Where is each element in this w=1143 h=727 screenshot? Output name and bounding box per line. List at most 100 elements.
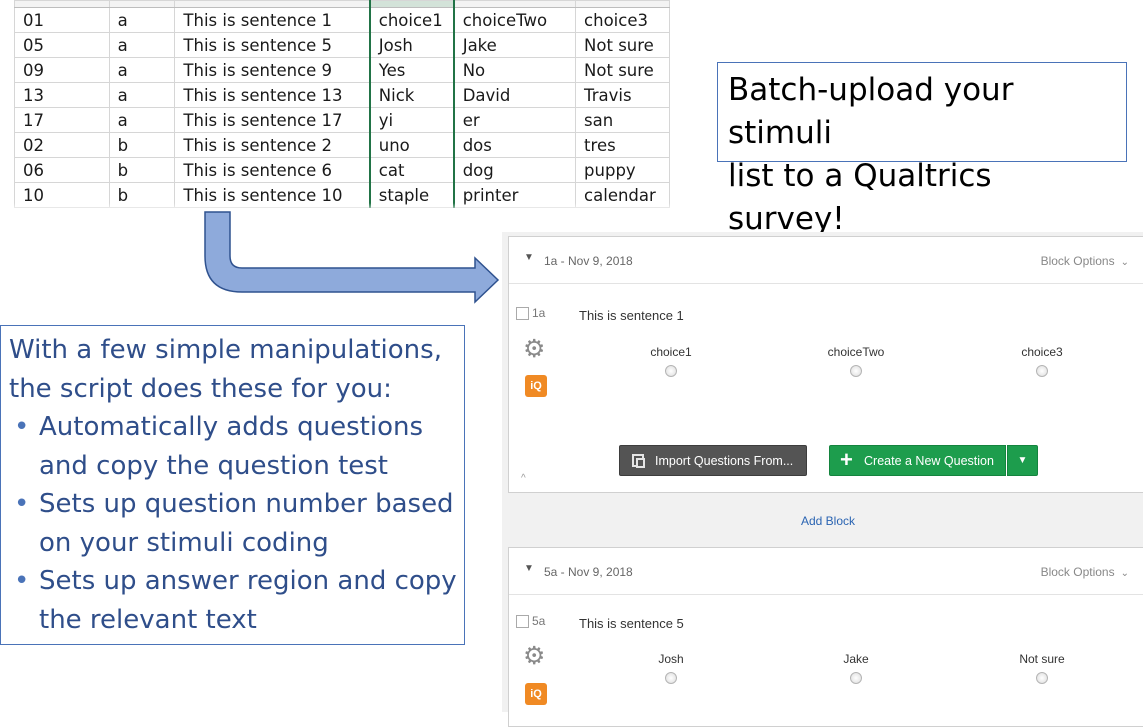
arrow-shape <box>204 211 500 304</box>
block-title[interactable]: 5a - Nov 9, 2018 <box>544 565 633 579</box>
cell[interactable]: This is sentence 13 <box>174 82 371 108</box>
choice-radio[interactable] <box>850 672 862 684</box>
iq-icon[interactable]: iQ <box>525 375 547 397</box>
block-options-menu[interactable]: Block Options ⌄ <box>1041 254 1129 268</box>
plus-icon: + <box>840 447 853 472</box>
cell[interactable]: No <box>453 57 577 83</box>
copy-icon <box>632 454 645 468</box>
cell[interactable]: This is sentence 6 <box>174 157 371 183</box>
feature-item: Automatically adds questions and copy th… <box>9 408 458 485</box>
table-row: 17 a This is sentence 17 yi er san <box>14 107 670 133</box>
choice-radio[interactable] <box>665 365 677 377</box>
import-questions-button[interactable]: Import Questions From... <box>619 445 807 476</box>
gear-icon[interactable]: ⚙ <box>523 337 545 362</box>
chevron-up-icon[interactable]: ^ <box>521 473 526 484</box>
cell[interactable]: Josh <box>368 32 455 58</box>
collapse-triangle-icon[interactable]: ▼ <box>524 252 534 263</box>
choice-label: Josh <box>658 652 684 666</box>
cell[interactable]: Travis <box>575 82 670 108</box>
callout-line: Batch-upload your stimuli <box>728 72 1014 151</box>
cell[interactable]: This is sentence 17 <box>174 107 371 133</box>
survey-block: ▼ 5a - Nov 9, 2018 Block Options ⌄ 5a Thi… <box>508 547 1143 727</box>
cell[interactable]: David <box>453 82 577 108</box>
cell[interactable]: san <box>575 107 670 133</box>
cell[interactable]: This is sentence 1 <box>174 7 371 33</box>
cell[interactable]: 02 <box>14 132 110 158</box>
cell[interactable]: a <box>108 32 176 58</box>
cell[interactable]: This is sentence 5 <box>174 32 371 58</box>
choice-label: choice3 <box>1021 345 1063 359</box>
cell[interactable]: dos <box>453 132 577 158</box>
cell[interactable]: b <box>108 132 176 158</box>
cell[interactable]: 06 <box>14 157 110 183</box>
cell[interactable]: a <box>108 7 176 33</box>
survey-block: ▼ 1a - Nov 9, 2018 Block Options ⌄ 1a Thi… <box>508 236 1143 493</box>
features-callout: With a few simple manipulations, the scr… <box>0 325 465 645</box>
table-row: 09 a This is sentence 9 Yes No Not sure <box>14 57 670 83</box>
cell[interactable]: 05 <box>14 32 110 58</box>
cell[interactable]: 09 <box>14 57 110 83</box>
table-row: 02 b This is sentence 2 uno dos tres <box>14 132 670 158</box>
gear-icon[interactable]: ⚙ <box>523 644 545 669</box>
question-number: 5a <box>532 614 546 628</box>
iq-icon[interactable]: iQ <box>525 683 547 705</box>
cell[interactable]: yi <box>368 107 455 133</box>
create-new-question-button[interactable]: + Create a New Question <box>829 445 1006 476</box>
chevron-down-icon: ⌄ <box>1120 568 1129 579</box>
cell[interactable]: choice3 <box>575 7 670 33</box>
upload-callout: Batch-upload your stimuli list to a Qual… <box>717 62 1127 237</box>
question-checkbox[interactable] <box>516 307 529 320</box>
flow-arrow-icon <box>204 211 500 304</box>
choice-radio[interactable] <box>665 672 677 684</box>
block-header: ▼ 5a - Nov 9, 2018 Block Options ⌄ <box>509 548 1143 595</box>
cell[interactable]: This is sentence 2 <box>174 132 371 158</box>
sheet-fade <box>14 203 670 210</box>
cell[interactable]: Not sure <box>575 32 670 58</box>
cell[interactable]: Jake <box>453 32 577 58</box>
cell[interactable]: tres <box>575 132 670 158</box>
choice-radio[interactable] <box>850 365 862 377</box>
cell[interactable]: a <box>108 107 176 133</box>
cell[interactable]: a <box>108 57 176 83</box>
callout-line: list to a Qualtrics survey! <box>728 158 992 237</box>
cell[interactable]: choice1 <box>368 7 455 33</box>
cell[interactable]: uno <box>368 132 455 158</box>
cell[interactable]: er <box>453 107 577 133</box>
cell[interactable]: choiceTwo <box>453 7 577 33</box>
table-row: 06 b This is sentence 6 cat dog puppy <box>14 157 670 183</box>
feature-item: Sets up question number based on your st… <box>9 485 458 562</box>
question-type-dropdown-button[interactable]: ▼ <box>1007 445 1038 476</box>
cell[interactable]: This is sentence 9 <box>174 57 371 83</box>
cell[interactable]: Not sure <box>575 57 670 83</box>
choice-label: choiceTwo <box>827 345 885 359</box>
choice-label: choice1 <box>650 345 692 359</box>
add-block-link[interactable]: Add Block <box>508 514 1143 528</box>
choice-label: Jake <box>843 652 869 666</box>
cell[interactable]: dog <box>453 157 577 183</box>
question-checkbox[interactable] <box>516 615 529 628</box>
cell[interactable]: Nick <box>368 82 455 108</box>
cell[interactable]: 17 <box>14 107 110 133</box>
cell[interactable]: b <box>108 157 176 183</box>
block-options-menu[interactable]: Block Options ⌄ <box>1041 565 1129 579</box>
chevron-down-icon: ▼ <box>1017 455 1028 466</box>
column-header-row <box>14 0 670 8</box>
choice-radio[interactable] <box>1036 365 1048 377</box>
cell[interactable]: 01 <box>14 7 110 33</box>
chevron-down-icon: ⌄ <box>1120 257 1129 268</box>
question-text[interactable]: This is sentence 1 <box>579 308 684 323</box>
cell[interactable]: 13 <box>14 82 110 108</box>
cell[interactable]: Yes <box>368 57 455 83</box>
block-title[interactable]: 1a - Nov 9, 2018 <box>544 254 633 268</box>
cell[interactable]: cat <box>368 157 455 183</box>
table-row: 05 a This is sentence 5 Josh Jake Not su… <box>14 32 670 58</box>
choice-label: Not sure <box>1019 652 1065 666</box>
feature-item: Sets up answer region and copy the relev… <box>9 562 458 639</box>
cell[interactable]: puppy <box>575 157 670 183</box>
block-header: ▼ 1a - Nov 9, 2018 Block Options ⌄ <box>509 237 1143 284</box>
cell[interactable]: a <box>108 82 176 108</box>
collapse-triangle-icon[interactable]: ▼ <box>524 563 534 574</box>
feature-list: Automatically adds questions and copy th… <box>9 408 458 639</box>
choice-radio[interactable] <box>1036 672 1048 684</box>
question-text[interactable]: This is sentence 5 <box>579 616 684 631</box>
